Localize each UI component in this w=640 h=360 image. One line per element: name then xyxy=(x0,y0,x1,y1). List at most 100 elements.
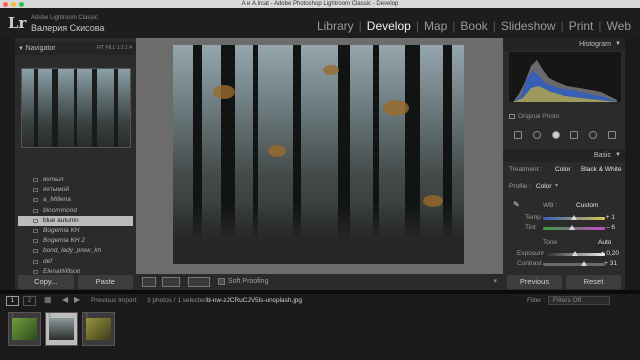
histogram-chart[interactable] xyxy=(509,52,621,102)
module-book[interactable]: Book xyxy=(455,19,492,33)
preset-icon xyxy=(33,239,38,244)
filter-label: Filter : xyxy=(527,297,546,304)
basic-title: Basic xyxy=(593,152,611,159)
module-develop[interactable]: Develop xyxy=(362,19,416,33)
temp-slider-knob[interactable] xyxy=(571,215,577,220)
list-item[interactable]: яхтымой xyxy=(18,185,133,195)
graduated-filter-icon[interactable] xyxy=(570,131,579,139)
exposure-label: Exposure xyxy=(517,250,545,257)
soft-proofing-checkbox[interactable] xyxy=(218,278,225,285)
tint-slider-knob[interactable] xyxy=(569,225,575,230)
right-panel: Histogram ▼ Original Photo Basic ▼ Treat… xyxy=(503,38,625,290)
module-slideshow[interactable]: Slideshow xyxy=(496,19,561,33)
exposure-value[interactable]: + 0,20 xyxy=(601,250,619,257)
tone-row: Tone Auto xyxy=(503,238,625,248)
navigator-zoom-options[interactable]: FIT FILL 1:1 1:4 xyxy=(97,42,132,55)
eyedropper-icon[interactable]: ✎ xyxy=(513,200,520,209)
user-name: Валерия Скисова xyxy=(31,23,105,33)
temp-value[interactable]: + 1 xyxy=(606,214,615,221)
before-after-options-button[interactable] xyxy=(188,277,210,287)
module-web[interactable]: Web xyxy=(602,19,636,33)
tint-label: Tint xyxy=(525,224,536,231)
module-map[interactable]: Map xyxy=(419,19,452,33)
treatment-bw-option[interactable]: Black & White xyxy=(581,166,621,173)
crop-icon[interactable] xyxy=(514,131,523,139)
page-1-button[interactable]: 1 xyxy=(6,296,19,306)
list-item-selected[interactable]: blue autumn xyxy=(18,215,133,226)
reset-button[interactable]: Reset xyxy=(566,275,621,289)
preset-icon xyxy=(33,218,38,223)
wb-dropdown[interactable]: Custom xyxy=(576,202,598,209)
original-photo-toggle[interactable]: Original Photo xyxy=(509,113,559,120)
exposure-slider-knob[interactable] xyxy=(572,251,578,256)
tint-row: Tint – 6 xyxy=(503,223,625,233)
tint-value[interactable]: – 6 xyxy=(606,224,615,231)
right-panel-toggle-strip[interactable] xyxy=(625,38,640,290)
triangle-down-icon: ▼ xyxy=(18,46,26,52)
profile-label: Profile : xyxy=(509,183,532,190)
module-print[interactable]: Print xyxy=(564,19,599,33)
window-title: A и A.lrcat - Adobe Photoshop Lightroom … xyxy=(241,1,399,7)
treatment-color-option[interactable]: Color xyxy=(555,166,571,173)
list-item[interactable]: Bogemia KH 2 xyxy=(18,236,133,246)
preset-icon xyxy=(33,188,38,193)
red-eye-icon[interactable] xyxy=(551,131,560,139)
histogram-title: Histogram xyxy=(579,41,611,48)
filmstrip-thumbnail[interactable]: 1 xyxy=(8,312,41,346)
radial-filter-icon[interactable] xyxy=(588,131,597,139)
list-item[interactable]: def xyxy=(18,257,133,267)
soft-proofing-label: Soft Proofing xyxy=(228,278,269,285)
filmstrip-thumbnail-selected[interactable]: 2 xyxy=(45,312,78,346)
main-photo[interactable] xyxy=(173,45,464,264)
contrast-label: Contrast xyxy=(517,260,542,267)
chevron-down-icon[interactable]: ▾ xyxy=(493,277,497,285)
list-item[interactable]: bloommood xyxy=(18,206,133,216)
wb-row: ✎ WB : Custom xyxy=(503,200,625,212)
navigator-preview[interactable] xyxy=(21,68,131,148)
basic-header[interactable]: Basic ▼ xyxy=(503,149,625,162)
module-library[interactable]: Library xyxy=(312,19,359,33)
contrast-slider-knob[interactable] xyxy=(581,261,587,266)
list-item[interactable]: яхтыл xyxy=(18,175,133,185)
left-panel: ▼ Navigator FIT FILL 1:1 1:4 яхтыл яхтым… xyxy=(15,38,136,290)
before-after-button[interactable] xyxy=(162,277,180,287)
chevron-down-icon[interactable]: ▾ xyxy=(555,182,558,189)
profile-dropdown[interactable]: Color xyxy=(536,183,552,190)
grid-icon[interactable]: ▦ xyxy=(44,295,52,304)
page-2-button[interactable]: 2 xyxy=(23,296,36,306)
temp-label: Temp xyxy=(525,214,541,221)
module-picker: Library | Develop | Map | Book | Slideshow | … xyxy=(312,19,636,33)
left-panel-toggle-strip[interactable] xyxy=(0,38,15,290)
contrast-value[interactable]: + 31 xyxy=(604,260,617,267)
filmstrip-toolbar: 1 2 ▦ ◀ ▶ Previous Import 3 photos / 1 s… xyxy=(0,294,640,308)
contrast-slider[interactable] xyxy=(543,263,605,266)
filename[interactable]: b-nw-zJCRuCJV5ls-unsplash.jpg xyxy=(207,297,302,304)
copy-button[interactable]: Copy... xyxy=(18,275,74,289)
tone-label: Tone xyxy=(543,239,558,246)
lr-logo: Lr xyxy=(8,14,27,32)
back-arrow-icon[interactable]: ◀ xyxy=(62,295,68,304)
navigator-title: Navigator xyxy=(25,45,56,52)
list-item[interactable]: Bogemia KH xyxy=(18,226,133,236)
develop-toolbar: Soft Proofing ▾ xyxy=(136,274,503,290)
list-item[interactable]: a_Millena xyxy=(18,195,133,205)
identity-plate-header: Lr Adobe Lightroom Classic Валерия Скисо… xyxy=(0,8,640,38)
source-label[interactable]: Previous Import xyxy=(91,297,137,304)
list-item[interactable]: bond_lady_prew_kh xyxy=(18,246,133,256)
spot-removal-icon[interactable] xyxy=(532,131,541,139)
loupe-view-button[interactable] xyxy=(142,277,156,287)
tool-strip xyxy=(509,128,621,142)
histogram-header[interactable]: Histogram ▼ xyxy=(503,38,625,51)
filter-dropdown[interactable]: Filters Off xyxy=(548,296,610,305)
photo-canvas[interactable] xyxy=(136,38,503,274)
paste-button[interactable]: Paste xyxy=(77,275,133,289)
forward-arrow-icon[interactable]: ▶ xyxy=(74,295,80,304)
wb-label: WB : xyxy=(543,202,558,209)
previous-button[interactable]: Previous xyxy=(507,275,562,289)
preset-icon xyxy=(33,228,38,233)
title-bar: A и A.lrcat - Adobe Photoshop Lightroom … xyxy=(0,0,640,8)
tone-auto-button[interactable]: Auto xyxy=(598,239,611,246)
navigator-header[interactable]: ▼ Navigator FIT FILL 1:1 1:4 xyxy=(15,42,136,55)
filmstrip-thumbnail[interactable]: 3 xyxy=(82,312,115,346)
brush-icon[interactable] xyxy=(607,131,616,139)
